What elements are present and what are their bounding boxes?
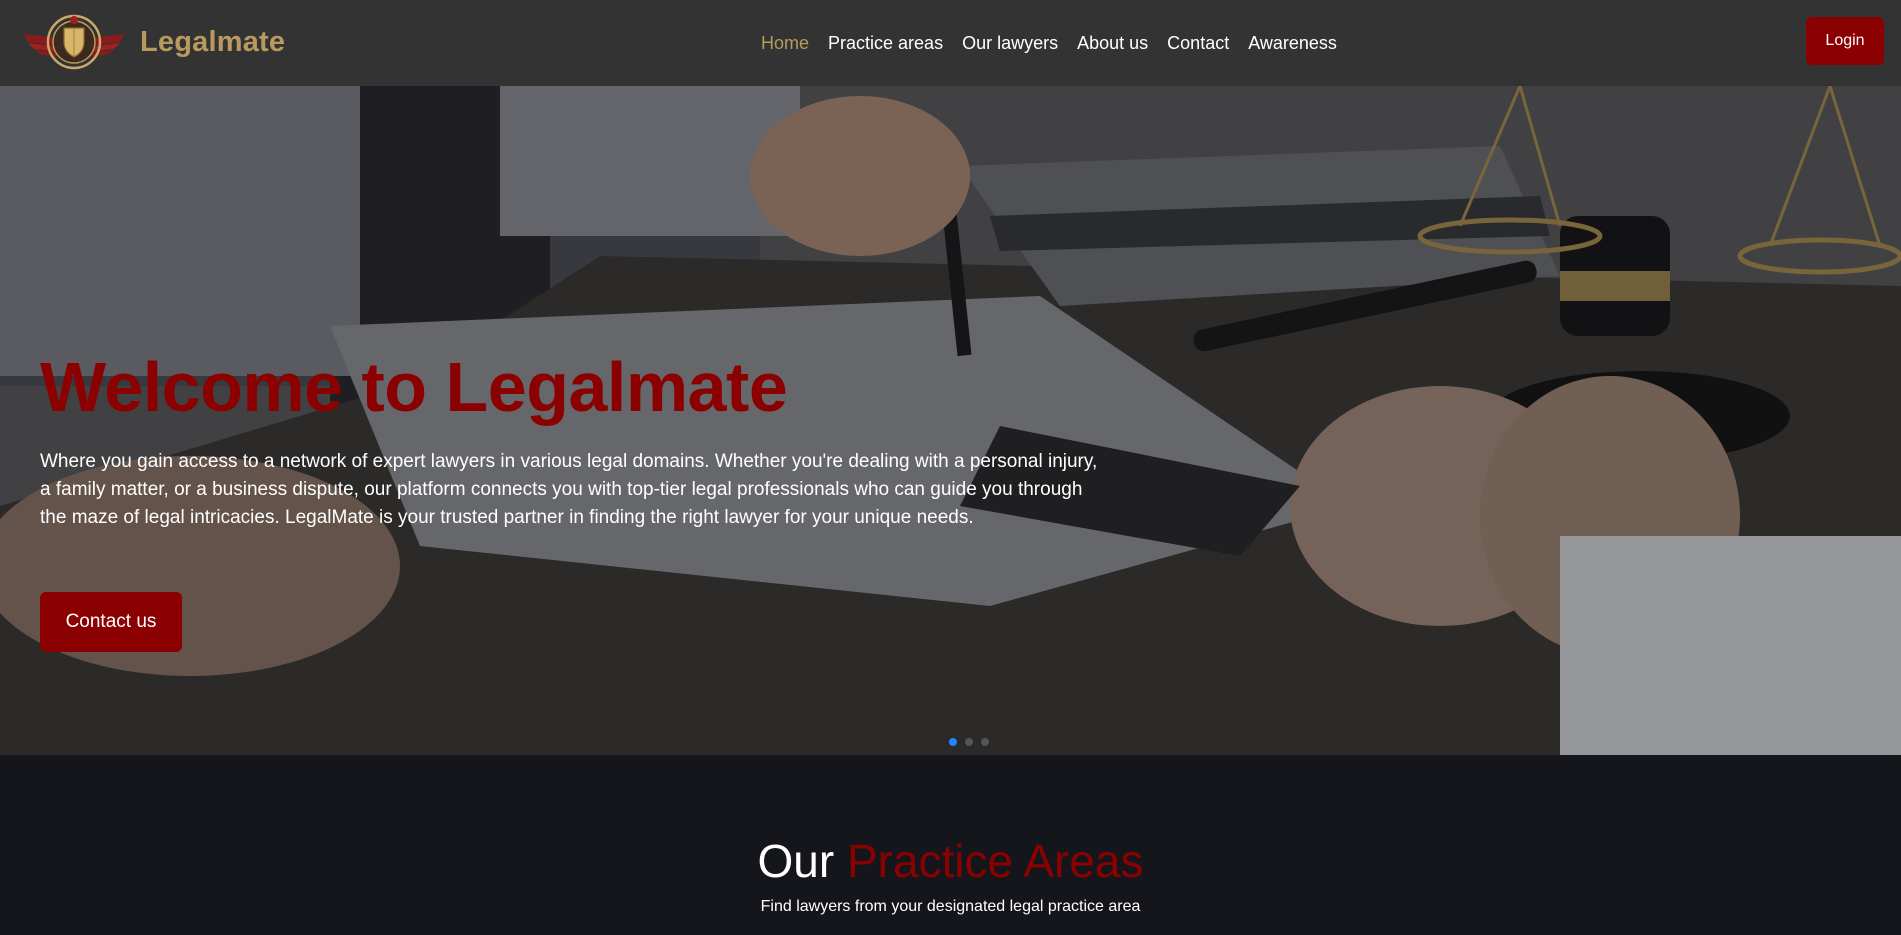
nav-practice-areas[interactable]: Practice areas — [828, 33, 943, 54]
login-button[interactable]: Login — [1806, 17, 1884, 65]
carousel-indicator-2[interactable] — [965, 738, 973, 746]
carousel-indicators — [949, 738, 989, 746]
practice-areas-heading: Our Practice Areas — [0, 834, 1901, 888]
practice-areas-subtitle: Find lawyers from your designated legal … — [760, 898, 1141, 915]
contact-us-button[interactable]: Contact us — [40, 592, 182, 652]
nav-home[interactable]: Home — [761, 33, 809, 54]
hero-title: Welcome to Legalmate — [40, 348, 788, 426]
brand[interactable]: Legalmate — [22, 12, 285, 72]
practice-title-part2: Practice Areas — [846, 835, 1144, 887]
brand-name: Legalmate — [140, 25, 286, 58]
eagle-shield-logo-icon — [24, 14, 124, 70]
carousel-indicator-3[interactable] — [981, 738, 989, 746]
hero-carousel: Welcome to Legalmate Where you gain acce… — [0, 86, 1901, 755]
navbar: Legalmate Home Practice areas Our lawyer… — [0, 0, 1901, 86]
nav-about-us[interactable]: About us — [1077, 33, 1148, 54]
hero-description: Where you gain access to a network of ex… — [40, 451, 1098, 528]
nav-our-lawyers[interactable]: Our lawyers — [962, 33, 1058, 54]
nav-awareness[interactable]: Awareness — [1248, 33, 1337, 54]
nav-links: Home Practice areas Our lawyers About us… — [761, 0, 1356, 86]
carousel-indicator-1[interactable] — [949, 738, 957, 746]
nav-contact[interactable]: Contact — [1167, 33, 1229, 54]
practice-title-part1: Our — [757, 835, 835, 887]
